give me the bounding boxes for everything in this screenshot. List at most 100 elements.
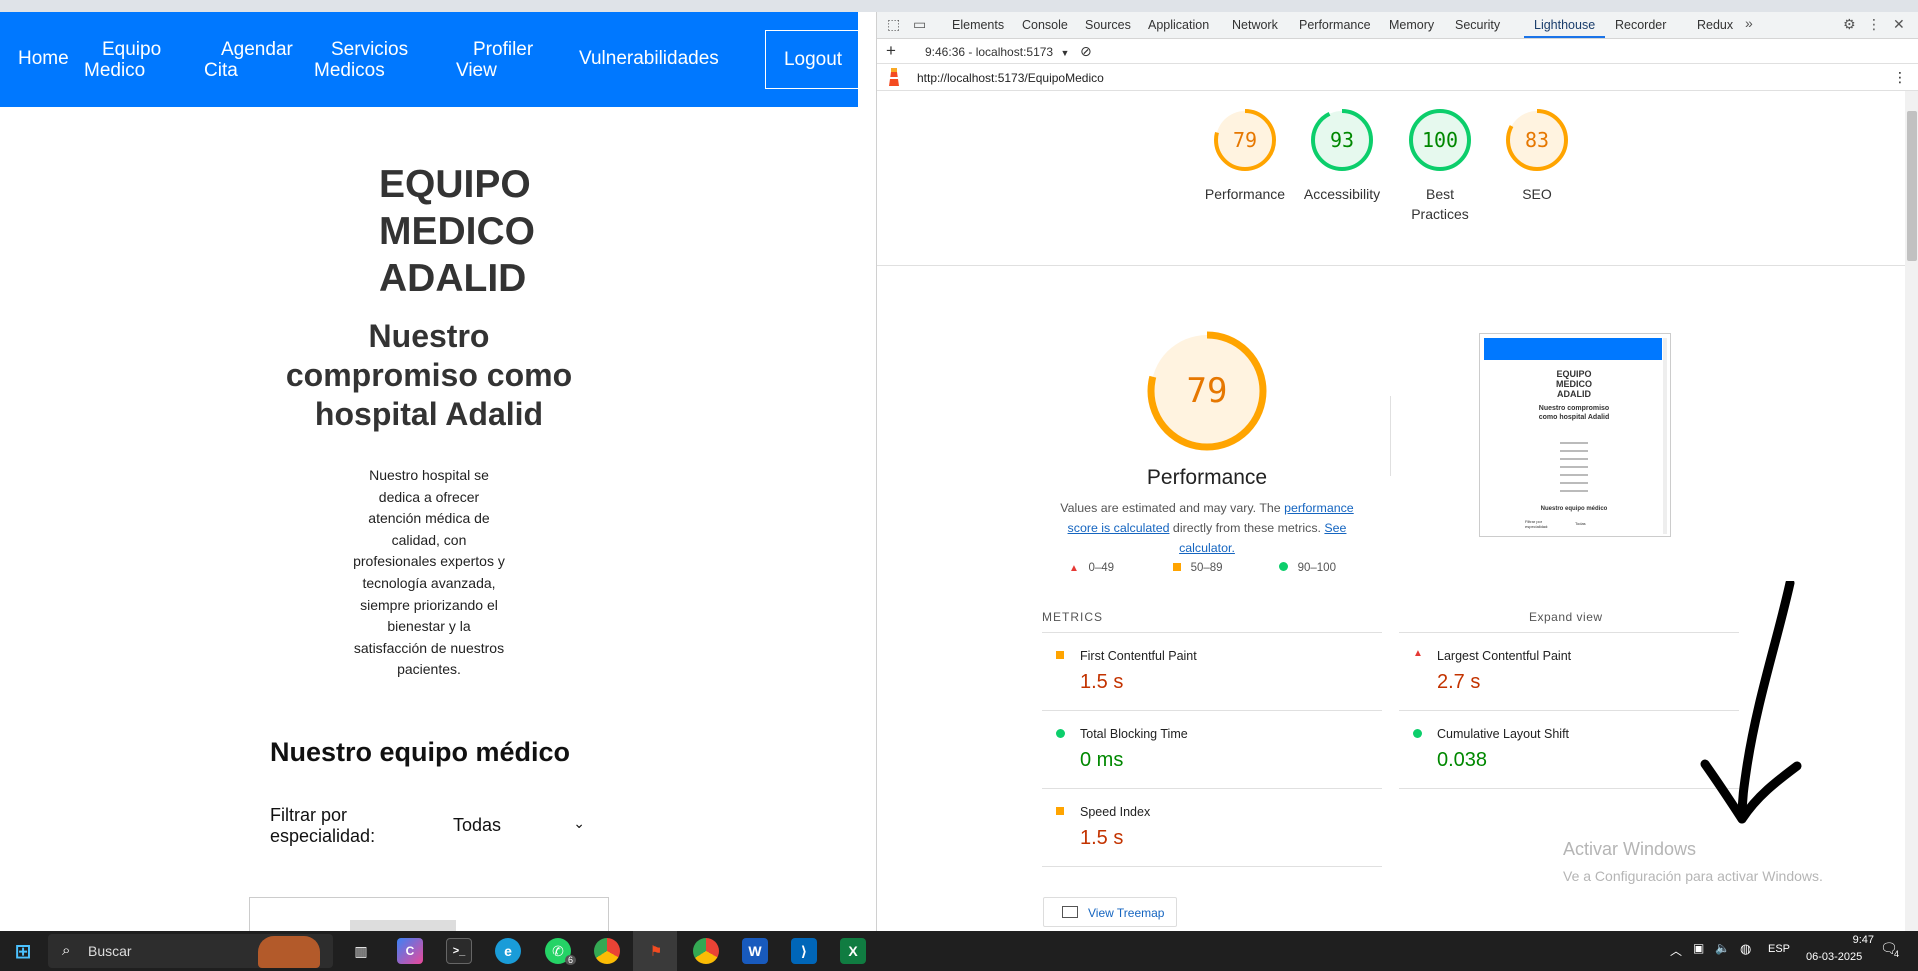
report-selector[interactable]: 9:46:36 - localhost:5173 ▼ [925,45,1069,59]
chrome-icon[interactable] [594,938,620,964]
tab-performance[interactable]: Performance [1299,18,1371,32]
tab-security[interactable]: Security [1455,18,1500,32]
report-scrollbar-thumb[interactable] [1907,111,1917,261]
chevron-down-icon: ⌄ [573,815,585,831]
thumbnail-scrollbar [1663,338,1667,534]
doctor-photo [350,920,456,931]
search-icon: ⌕ [62,942,71,959]
score-value-accessibility: 93 [1329,128,1355,152]
page-subtitle-text: Nuestro compromiso como hospital Adalid [285,318,573,432]
nav-servicios-medicos[interactable]: Servicios Medicos [314,39,414,81]
metrics-bottom-border [1042,866,1382,867]
nav-equipo-medico[interactable]: Equipo Medico [84,39,176,81]
team-heading: Nuestro equipo médico [270,737,571,767]
tab-sources[interactable]: Sources [1085,18,1131,32]
tab-network[interactable]: Network [1232,18,1278,32]
report-url[interactable]: http://localhost:5173/EquipoMedico [917,71,1104,85]
language-indicator[interactable]: ESP [1768,943,1790,955]
metrics-bottom-border [1399,788,1739,789]
nav-vulnerabilidades[interactable]: Vulnerabilidades [579,48,719,69]
section-divider [877,265,1905,266]
triangle-icon: ▲ [1413,648,1423,659]
terminal-icon[interactable]: >_ [446,938,472,964]
volume-icon[interactable]: 🔈 [1715,941,1730,955]
copilot-icon[interactable]: C [397,938,423,964]
tab-redux[interactable]: Redux [1697,18,1733,32]
page-title-text: EQUIPO MEDICO ADALID [379,163,535,300]
report-selector-value: 9:46:36 - localhost:5173 [925,45,1054,59]
tab-memory[interactable]: Memory [1389,18,1434,32]
report-scrollbar[interactable] [1905,91,1918,931]
tab-elements[interactable]: Elements [952,18,1004,32]
inspect-element-icon[interactable]: ⬚ [887,16,900,33]
metric-cls-label: Cumulative Layout Shift [1437,727,1570,741]
show-hidden-icons-icon[interactable]: ︿ [1670,942,1682,959]
square-icon [1173,563,1181,571]
score-gauge-performance[interactable]: 79 [1212,107,1278,173]
thumbnail-filter-value: Todas [1575,521,1586,526]
score-value-seo: 83 [1524,128,1550,152]
page-subtitle: Nuestro compromiso como hospital Adalid [0,317,858,434]
triangle-icon: ▲ [1069,563,1079,574]
tab-console[interactable]: Console [1022,18,1068,32]
lighthouse-app-icon[interactable]: ⚑ [643,938,669,964]
thumbnail-navbar [1484,338,1662,360]
score-gauge-accessibility[interactable]: 93 [1309,107,1375,173]
edge-icon[interactable]: e [495,938,521,964]
tab-lighthouse[interactable]: Lighthouse [1534,18,1595,32]
score-gauge-best-practices[interactable]: 100 [1407,107,1473,173]
legend-pass-text: 90–100 [1297,562,1336,574]
clear-icon[interactable]: ⊘ [1080,43,1092,60]
view-treemap-button[interactable]: View Treemap [1043,897,1177,927]
windows-start-icon[interactable]: ⊞ [10,938,36,964]
more-tabs-icon[interactable]: » [1745,15,1753,31]
specialty-select[interactable]: Todas ⌄ [453,815,585,836]
excel-icon[interactable]: X [840,938,866,964]
final-screenshot-thumbnail[interactable]: EQUIPO MEDICO ADALID Nuestro compromiso … [1479,333,1671,537]
score-label-seo: SEO [1522,186,1552,202]
windows-activation-watermark: Activar Windows [1563,839,1697,859]
new-report-plus-icon[interactable]: + [886,41,896,61]
logout-button[interactable]: Logout [765,30,858,89]
task-view-icon[interactable]: ▥ [348,938,374,964]
report-url-bar: http://localhost:5173/EquipoMedico ⋮ [877,64,1918,91]
settings-gear-icon[interactable]: ⚙ [1843,16,1856,33]
nav-home[interactable]: Home [18,48,69,69]
score-value-performance: 79 [1232,128,1258,152]
thumbnail-text-line [1560,450,1588,452]
more-options-icon[interactable]: ⋮ [1867,16,1881,33]
report-menu-icon[interactable]: ⋮ [1893,69,1907,86]
nav-profiler-view[interactable]: Profiler View [456,39,536,81]
network-globe-icon[interactable]: ◍ [1740,941,1751,957]
square-icon [1056,651,1064,659]
tab-recorder[interactable]: Recorder [1615,18,1666,32]
performance-gauge-large: 79 [1145,329,1269,453]
thumbnail-text-line [1560,442,1588,444]
legend-average: 50–89 [1173,562,1223,574]
clock-date[interactable]: 06-03-2025 [1806,951,1862,963]
legend-average-text: 50–89 [1190,562,1223,574]
vscode-icon[interactable]: ⟩ [791,938,817,964]
metric-tbt: Total Blocking Time 0 ms [1042,710,1382,788]
device-toolbar-icon[interactable]: ▭ [913,16,926,33]
metric-fcp: First Contentful Paint 1.5 s [1042,632,1382,710]
clock-time[interactable]: 9:47 [1818,934,1874,946]
specialty-select-value: Todas [453,815,502,835]
performance-score-large: 79 [1186,371,1228,411]
whatsapp-badge: 6 [565,955,577,965]
score-gauge-seo[interactable]: 83 [1504,107,1570,173]
thumbnail-text-line [1560,458,1588,460]
metric-si-value: 1.5 s [1080,827,1124,849]
close-icon[interactable]: ✕ [1893,16,1905,33]
treemap-icon [1062,906,1078,918]
taskbar-search-box[interactable]: ⌕ Buscar [48,934,333,968]
nav-agendar-cita[interactable]: Agendar Cita [204,39,299,81]
expand-view-toggle[interactable]: Expand view [1529,610,1603,624]
square-icon [1056,807,1064,815]
chrome-profile-icon[interactable] [693,938,719,964]
meet-now-icon[interactable]: ▣ [1693,941,1704,955]
score-label-performance: Performance [1204,186,1286,202]
word-icon[interactable]: W [742,938,768,964]
thumbnail-text-line [1560,490,1588,492]
tab-application[interactable]: Application [1148,18,1209,32]
